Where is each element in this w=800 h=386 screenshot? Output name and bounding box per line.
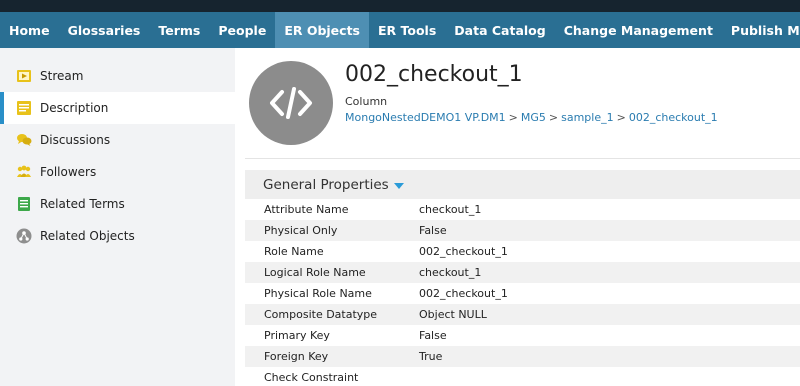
table-row: Check Constraint xyxy=(245,367,800,386)
property-label: Role Name xyxy=(264,245,324,258)
sidebar-item-label: Followers xyxy=(40,165,97,179)
general-properties-section: General Properties Attribute Name checko… xyxy=(245,170,800,386)
sidebar: Stream Description Discussions Followers… xyxy=(0,48,235,386)
nav-home[interactable]: Home xyxy=(0,12,59,48)
nav-change-management[interactable]: Change Management xyxy=(555,12,722,48)
property-value: False xyxy=(419,329,447,342)
sidebar-item-label: Discussions xyxy=(40,133,111,147)
sidebar-item-related-terms[interactable]: Related Terms xyxy=(0,188,235,220)
table-row: Attribute Name checkout_1 xyxy=(245,199,800,220)
sidebar-item-description[interactable]: Description xyxy=(0,92,235,124)
property-value: False xyxy=(419,224,447,237)
object-type: Column xyxy=(345,95,388,108)
property-label: Physical Only xyxy=(264,224,338,237)
property-label: Physical Role Name xyxy=(264,287,372,300)
nav-glossaries[interactable]: Glossaries xyxy=(59,12,150,48)
breadcrumb: MongoNestedDEMO1 VP.DM1 > MG5 > sample_1 >002… xyxy=(345,111,718,124)
table-row: Physical Role Name 002_checkout_1 xyxy=(245,283,800,304)
code-icon xyxy=(249,61,333,145)
nav-publish-models[interactable]: Publish Models xyxy=(722,12,800,48)
table-row: Primary Key False xyxy=(245,325,800,346)
top-strip xyxy=(0,0,800,12)
sidebar-item-followers[interactable]: Followers xyxy=(0,156,235,188)
breadcrumb-separator: > xyxy=(616,111,626,124)
sidebar-item-label: Stream xyxy=(40,69,84,83)
section-title: General Properties xyxy=(263,176,389,193)
properties-table: Attribute Name checkout_1 Physical Only … xyxy=(245,199,800,386)
property-label: Primary Key xyxy=(264,329,330,342)
table-row: Physical Only False xyxy=(245,220,800,241)
main-nav: Home Glossaries Terms People ER Objects … xyxy=(0,12,800,48)
main-content: 002_checkout_1 Column MongoNestedDEMO1 V… xyxy=(235,48,800,386)
related-objects-icon xyxy=(16,228,32,244)
property-label: Composite Datatype xyxy=(264,308,378,321)
caret-down-icon xyxy=(393,182,404,189)
table-row: Composite Datatype Object NULL xyxy=(245,304,800,325)
related-terms-icon xyxy=(16,196,32,212)
sidebar-item-discussions[interactable]: Discussions xyxy=(0,124,235,156)
description-icon xyxy=(16,100,32,116)
sidebar-item-stream[interactable]: Stream xyxy=(0,60,235,92)
property-value: True xyxy=(419,350,443,363)
nav-er-objects[interactable]: ER Objects xyxy=(275,12,369,48)
property-value: checkout_1 xyxy=(419,266,482,279)
discussions-icon xyxy=(16,132,32,148)
table-row: Logical Role Name checkout_1 xyxy=(245,262,800,283)
table-row: Foreign Key True xyxy=(245,346,800,367)
breadcrumb-item[interactable]: MongoNestedDEMO1 VP.DM1 xyxy=(345,111,506,124)
followers-icon xyxy=(16,164,32,180)
table-row: Role Name 002_checkout_1 xyxy=(245,241,800,262)
general-properties-toggle[interactable]: General Properties xyxy=(245,170,800,199)
stream-icon xyxy=(16,68,32,84)
nav-data-catalog[interactable]: Data Catalog xyxy=(445,12,554,48)
sidebar-item-related-objects[interactable]: Related Objects xyxy=(0,220,235,252)
property-value: Object NULL xyxy=(419,308,487,321)
nav-people[interactable]: People xyxy=(209,12,275,48)
nav-terms[interactable]: Terms xyxy=(149,12,209,48)
nav-er-tools[interactable]: ER Tools xyxy=(369,12,445,48)
property-label: Logical Role Name xyxy=(264,266,366,279)
sidebar-item-label: Description xyxy=(40,101,109,115)
property-value: checkout_1 xyxy=(419,203,482,216)
breadcrumb-separator: > xyxy=(508,111,518,124)
sidebar-item-label: Related Terms xyxy=(40,197,125,211)
property-label: Check Constraint xyxy=(264,371,359,384)
page-title: 002_checkout_1 xyxy=(345,62,523,87)
property-value: 002_checkout_1 xyxy=(419,245,508,258)
property-label: Foreign Key xyxy=(264,350,329,363)
breadcrumb-item[interactable]: 002_checkout_1 xyxy=(629,111,718,124)
property-label: Attribute Name xyxy=(264,203,349,216)
divider xyxy=(245,158,800,159)
breadcrumb-item[interactable]: sample_1 xyxy=(561,111,614,124)
property-value: 002_checkout_1 xyxy=(419,287,508,300)
breadcrumb-separator: > xyxy=(548,111,559,124)
sidebar-item-label: Related Objects xyxy=(40,229,135,243)
breadcrumb-item[interactable]: MG5 xyxy=(521,111,546,124)
